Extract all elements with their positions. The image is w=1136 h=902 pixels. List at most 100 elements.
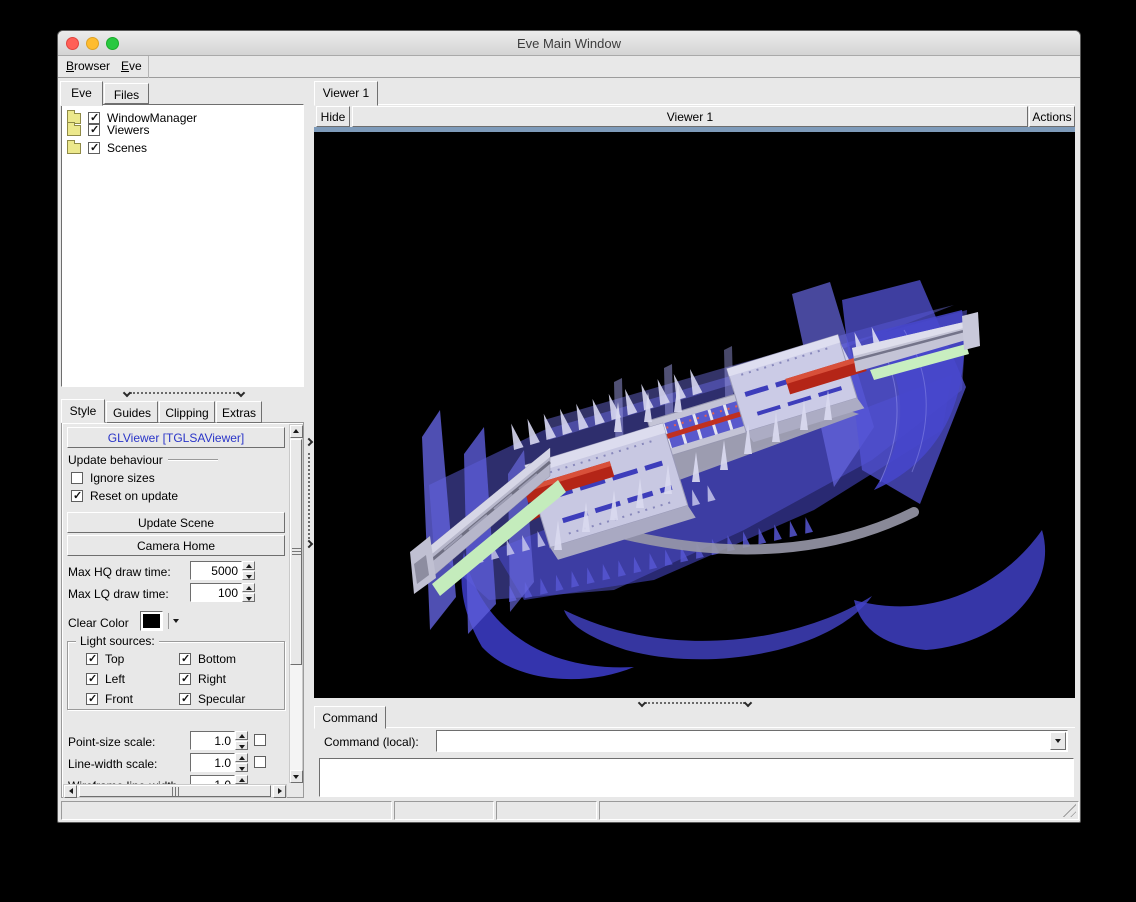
actions-button[interactable]: Actions [1029,106,1075,127]
tab-command[interactable]: Command [314,706,386,729]
viewer-titlebar[interactable]: Viewer 1 [352,106,1028,127]
style-panel: GLViewer [TGLSAViewer] Update behaviour … [61,422,304,798]
gl-viewport[interactable] [314,132,1075,698]
tab-clipping[interactable]: Clipping [159,401,215,423]
command-tab-baseline [314,727,1075,729]
viewer-tab-baseline [314,104,1075,106]
camera-home-button[interactable]: Camera Home [67,535,285,556]
tree-checkbox[interactable] [88,142,100,154]
eve-tree: WindowManager Viewers Scenes [61,104,304,387]
tab-extras[interactable]: Extras [216,401,262,423]
close-window-button[interactable] [66,37,79,50]
splitter-chevron-icon [638,699,646,707]
tree-item-scenes[interactable]: Scenes [67,141,308,155]
ignore-sizes-checkbox[interactable] [71,472,83,484]
thumb-grip-icon [172,787,180,796]
point-size-field[interactable]: 1.0 [190,731,235,750]
tree-item-label[interactable]: Scenes [107,141,147,155]
scroll-left-arrow [64,785,77,798]
line-width-checkbox[interactable] [254,756,266,768]
main-vertical-splitter[interactable] [305,81,314,801]
wireframe-spinner[interactable] [235,775,248,784]
max-hq-field[interactable]: 5000 [190,561,242,580]
update-behaviour-group: Update behaviour [68,453,218,467]
etched-line [168,459,218,461]
light-right-checkbox[interactable] [179,673,191,685]
command-local-label: Command (local): [324,735,419,749]
light-top-checkbox[interactable] [86,653,98,665]
line-width-field[interactable]: 1.0 [190,753,235,772]
splitter-chevron-icon [305,438,313,446]
tab-guides[interactable]: Guides [106,401,158,423]
splitter-dotted-line [130,392,238,394]
command-input[interactable] [436,730,1068,752]
light-sources-group: Light sources: Top Bottom Left Right [67,641,285,710]
light-left-checkbox[interactable] [86,673,98,685]
resize-grip-icon[interactable] [1061,802,1076,817]
splitter-chevron-icon [744,699,752,707]
light-left-row[interactable]: Left [86,672,125,686]
menu-eve[interactable]: Eve [113,56,150,77]
command-splitter[interactable] [639,699,751,707]
tree-splitter[interactable] [124,388,244,398]
light-sources-title: Light sources: [76,634,159,648]
max-hq-spinner[interactable] [242,561,255,580]
tab-viewer-1[interactable]: Viewer 1 [314,81,378,106]
style-panel-vscrollbar[interactable] [289,424,303,783]
glviewer-button[interactable]: GLViewer [TGLSAViewer] [67,427,285,448]
light-top-label: Top [105,652,124,666]
tab-style[interactable]: Style [61,399,105,423]
style-panel-content: GLViewer [TGLSAViewer] Update behaviour … [63,424,289,784]
status-cell [599,801,1079,820]
window-title: Eve Main Window [517,36,621,51]
tree-checkbox[interactable] [88,124,100,136]
titlebar[interactable]: Eve Main Window [58,31,1080,56]
light-bottom-row[interactable]: Bottom [179,652,236,666]
light-bottom-checkbox[interactable] [179,653,191,665]
light-front-row[interactable]: Front [86,692,133,706]
scroll-down-arrow [290,770,303,783]
light-front-label: Front [105,692,133,706]
line-width-label: Line-width scale: [68,757,157,771]
update-scene-button[interactable]: Update Scene [67,512,285,533]
update-behaviour-title: Update behaviour [68,453,163,467]
menubar-separator [148,56,149,78]
light-specular-row[interactable]: Specular [179,692,245,706]
clear-color-dropdown[interactable] [168,613,182,629]
menu-browser[interactable]: Browser [58,56,118,77]
command-dropdown-button[interactable] [1050,732,1066,750]
ignore-sizes-row[interactable]: Ignore sizes [71,471,155,485]
light-front-checkbox[interactable] [86,693,98,705]
style-panel-hscrollbar[interactable] [63,784,287,798]
tab-files[interactable]: Files [104,83,149,104]
point-size-checkbox[interactable] [254,734,266,746]
line-width-spinner[interactable] [235,753,248,772]
light-top-row[interactable]: Top [86,652,124,666]
hscroll-thumb[interactable] [79,785,271,797]
light-specular-checkbox[interactable] [179,693,191,705]
scroll-up-arrow [290,425,303,438]
minimize-window-button[interactable] [86,37,99,50]
max-lq-label: Max LQ draw time: [68,587,169,601]
tree-item-viewers[interactable]: Viewers [67,123,308,137]
tree-item-label[interactable]: Viewers [107,123,149,137]
tab-eve[interactable]: Eve [60,81,103,106]
splitter-dotted-line [308,453,310,539]
vscroll-thumb[interactable] [290,439,302,665]
reset-on-update-row[interactable]: Reset on update [71,489,178,503]
clear-color-swatch[interactable] [140,611,163,631]
max-lq-spinner[interactable] [242,583,255,602]
light-right-row[interactable]: Right [179,672,226,686]
point-size-spinner[interactable] [235,731,248,750]
max-lq-field[interactable]: 100 [190,583,242,602]
status-cell [496,801,597,820]
ignore-sizes-label: Ignore sizes [90,471,155,485]
light-right-label: Right [198,672,226,686]
splitter-chevron-icon [237,389,245,397]
status-bar [58,801,1081,822]
scroll-right-arrow [273,785,286,798]
hide-button[interactable]: Hide [316,106,350,127]
zoom-window-button[interactable] [106,37,119,50]
reset-on-update-checkbox[interactable] [71,490,83,502]
wireframe-field[interactable]: 1.0 [190,775,235,784]
